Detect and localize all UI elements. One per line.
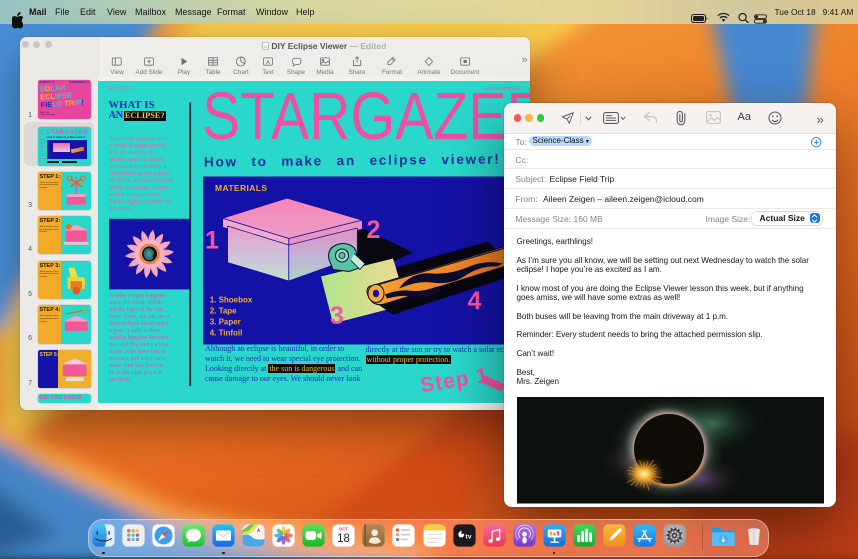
svg-text:A: A (266, 60, 270, 66)
svg-text:2. Tape: 2. Tape (210, 306, 237, 315)
svg-text:4. Tinfoil: 4. Tinfoil (210, 328, 243, 337)
svg-text:2: 2 (366, 215, 380, 243)
svg-text:OCT: OCT (339, 527, 349, 532)
svg-text:1: 1 (205, 226, 219, 254)
svg-text:tv: tv (465, 534, 471, 541)
svg-text:18: 18 (337, 533, 350, 545)
svg-text:3: 3 (330, 301, 344, 329)
svg-text:MATERIALS: MATERIALS (215, 182, 267, 192)
svg-text:1. Shoebox: 1. Shoebox (210, 295, 253, 304)
svg-text:4: 4 (467, 286, 481, 314)
svg-text:3. Paper: 3. Paper (210, 317, 241, 326)
